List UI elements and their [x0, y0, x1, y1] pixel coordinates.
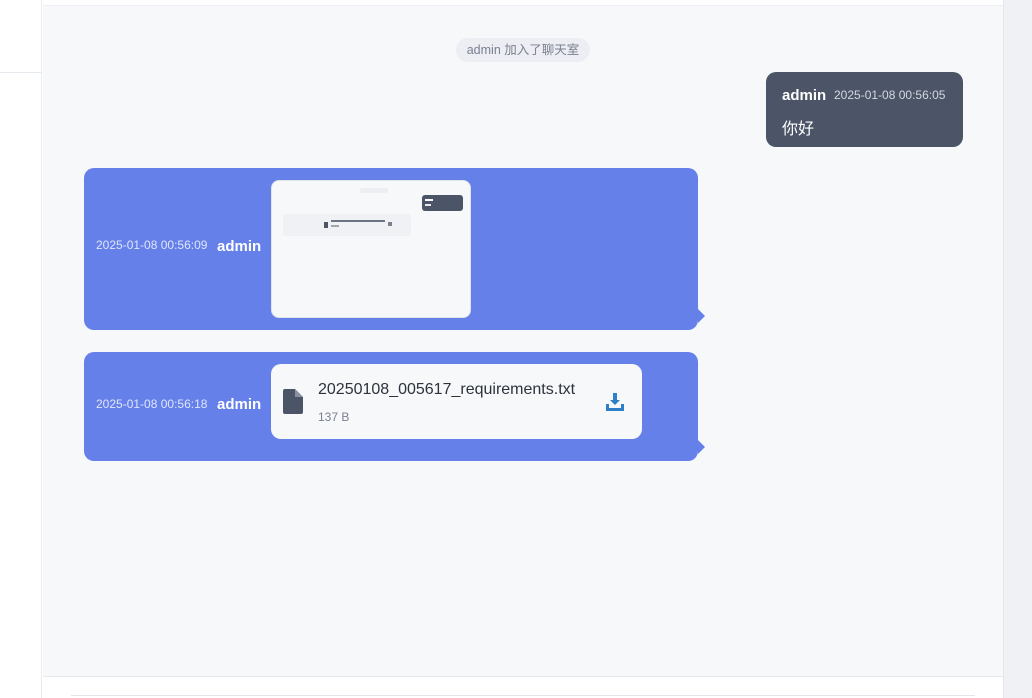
chat-header-divider [43, 5, 1003, 6]
message-sender: admin [782, 87, 827, 104]
bubble-tail [698, 309, 705, 323]
image-thumbnail[interactable] [271, 180, 471, 318]
thumbnail-own-bubble [422, 195, 463, 211]
thumbnail-file-card [283, 214, 411, 236]
own-message-bubble: admin 2025-01-08 00:56:05 你好 [766, 72, 963, 147]
thumbnail-download-icon [388, 222, 392, 226]
file-name: 20250108_005617_requirements.txt [318, 381, 576, 398]
thumbnail-system-pill [360, 188, 388, 193]
thumbnail-file-name-line [331, 220, 385, 222]
message-timestamp: 2025-01-08 00:56:18 [96, 397, 208, 411]
window-scrollbar-edge[interactable] [1003, 0, 1032, 698]
incoming-image-message: 2025-01-08 00:56:09 admin [84, 168, 705, 330]
download-icon[interactable] [605, 392, 625, 412]
file-icon [283, 389, 303, 414]
system-message: admin 加入了聊天室 [456, 38, 590, 62]
thumbnail-file-icon [324, 222, 328, 228]
message-sender: admin [217, 238, 262, 255]
thumbnail-file-size-line [331, 225, 339, 227]
file-size: 137 B [318, 410, 350, 424]
message-timestamp: 2025-01-08 00:56:09 [96, 238, 208, 252]
file-attachment-card[interactable]: 20250108_005617_requirements.txt 137 B [271, 364, 642, 439]
message-timestamp: 2025-01-08 00:56:05 [834, 88, 946, 102]
left-pane-divider [0, 72, 42, 73]
bubble-tail [698, 440, 705, 454]
message-sender: admin [217, 396, 262, 413]
left-pane [0, 0, 42, 698]
message-text: 你好 [782, 121, 815, 138]
message-composer[interactable] [43, 676, 1003, 698]
incoming-file-message: 2025-01-08 00:56:18 admin 20250108_00561… [84, 352, 705, 461]
